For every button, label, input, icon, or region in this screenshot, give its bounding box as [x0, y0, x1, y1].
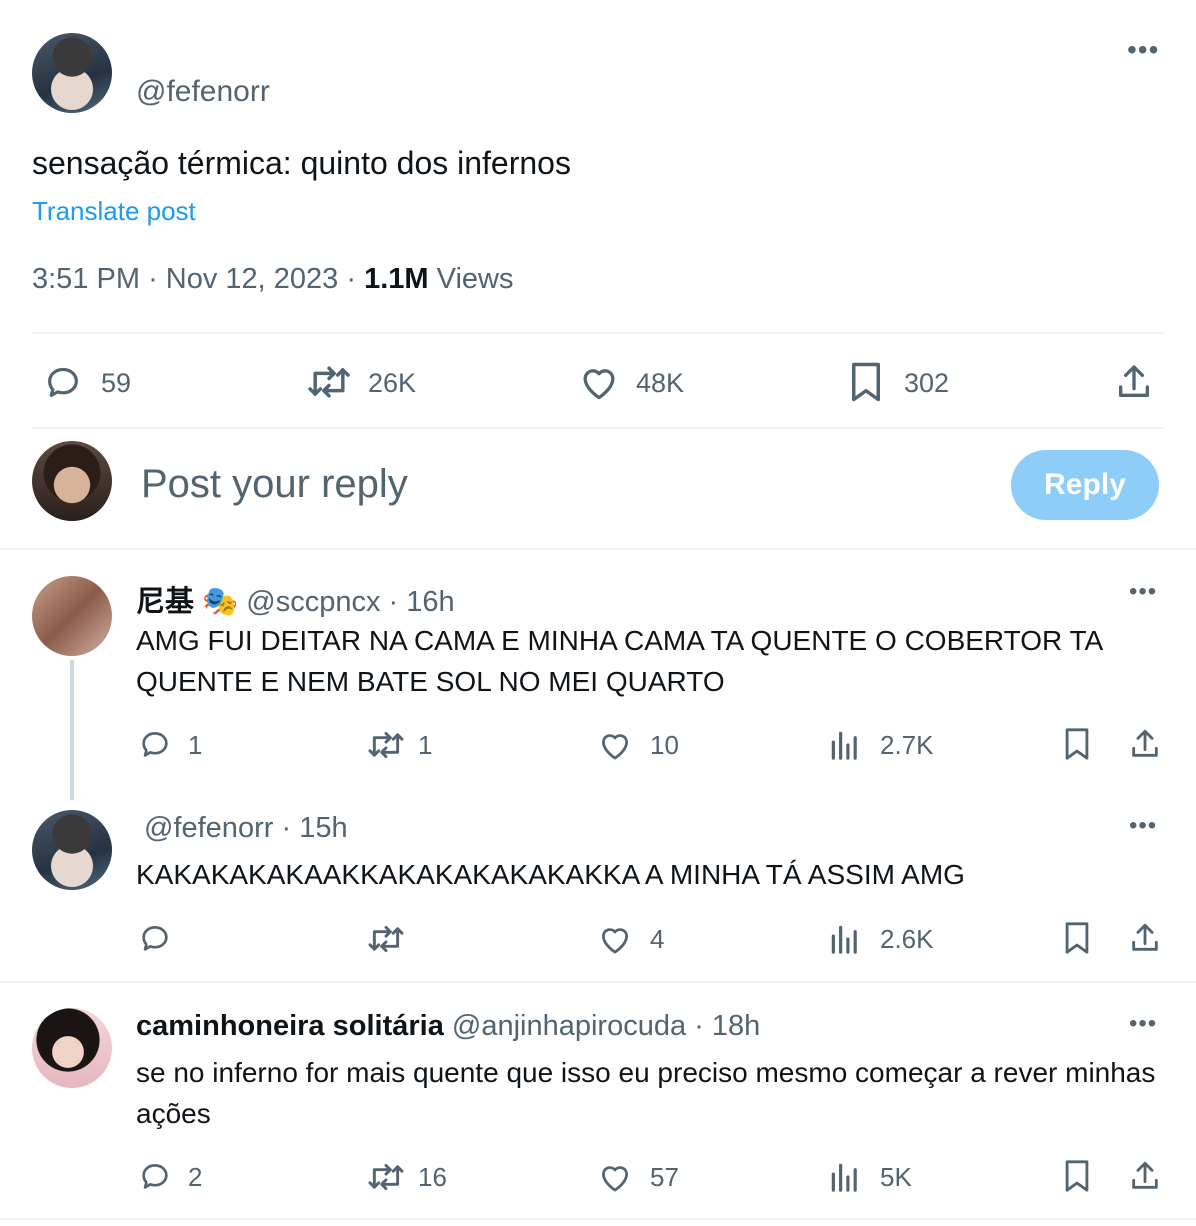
reply-count: 2 — [188, 1162, 203, 1192]
views-label: Views — [436, 263, 514, 295]
meta-separator: · — [148, 263, 166, 295]
reply-count: 1 — [188, 730, 203, 760]
user-avatar[interactable] — [32, 441, 112, 521]
like-icon[interactable] — [597, 923, 633, 955]
reply-icon[interactable] — [137, 921, 173, 955]
repost-icon[interactable] — [367, 923, 405, 955]
reply-time[interactable]: 16h — [406, 586, 454, 618]
reply-author-name[interactable]: caminhoneira solitária — [136, 1010, 444, 1042]
reply-input[interactable]: Post your reply — [141, 462, 408, 507]
reply-header: @fefenorr · 15h — [144, 812, 348, 845]
more-icon[interactable]: ••• — [1129, 1012, 1157, 1036]
more-icon[interactable]: ••• — [1129, 814, 1157, 838]
reply-time[interactable]: 18h — [712, 1010, 760, 1042]
post-date[interactable]: Nov 12, 2023 — [166, 263, 339, 295]
like-icon[interactable] — [597, 729, 633, 761]
views-count: 2.6K — [880, 924, 934, 954]
reply-author-handle[interactable]: @fefenorr — [144, 812, 273, 844]
repost-icon[interactable] — [306, 363, 352, 401]
repost-icon[interactable] — [367, 1161, 405, 1193]
views-icon[interactable] — [830, 729, 860, 761]
post-meta: 3:51 PM · Nov 12, 2023 · 1.1M Views — [32, 263, 513, 296]
bookmark-count: 302 — [904, 368, 950, 398]
thread-line — [70, 660, 74, 800]
reply-avatar[interactable] — [32, 1008, 112, 1088]
bookmark-icon[interactable] — [1063, 921, 1091, 955]
views-count: 5K — [880, 1162, 912, 1192]
repost-count: 26K — [368, 368, 417, 398]
repost-count: 16 — [418, 1162, 447, 1192]
like-icon[interactable] — [597, 1161, 633, 1193]
bookmark-icon[interactable] — [1063, 1159, 1091, 1193]
share-icon[interactable] — [1128, 921, 1162, 955]
meta-separator: · — [694, 1010, 704, 1042]
reply-icon[interactable] — [42, 362, 84, 402]
reply-avatar[interactable] — [32, 576, 112, 656]
post-text: sensação térmica: quinto dos infernos — [32, 145, 571, 181]
share-icon[interactable] — [1128, 1159, 1162, 1193]
author-avatar[interactable] — [32, 33, 112, 113]
divider — [0, 548, 1196, 550]
share-icon[interactable] — [1114, 362, 1154, 402]
reply-count: 59 — [101, 368, 132, 398]
like-count: 57 — [650, 1162, 679, 1192]
meta-separator: · — [346, 263, 365, 295]
reply-icon[interactable] — [137, 727, 173, 761]
views-count: 2.7K — [880, 730, 934, 760]
reply-time[interactable]: 15h — [299, 812, 347, 844]
like-count: 4 — [650, 924, 665, 954]
more-icon[interactable]: ••• — [1127, 36, 1159, 64]
bookmark-icon[interactable] — [849, 361, 883, 403]
reply-header: caminhoneira solitária @anjinhapirocuda … — [136, 1010, 760, 1043]
repost-icon[interactable] — [367, 729, 405, 761]
reply-text: AMG FUI DEITAR NA CAMA E MINHA CAMA TA Q… — [136, 625, 1102, 697]
meta-separator: · — [388, 586, 399, 618]
meta-separator: · — [281, 812, 292, 844]
like-icon[interactable] — [578, 363, 620, 401]
share-icon[interactable] — [1128, 727, 1162, 761]
reply-header: 尼基 🎭 @sccpncx · 16h — [136, 578, 455, 620]
views-icon[interactable] — [830, 1161, 860, 1193]
author-emoji: 🎭 — [202, 586, 239, 618]
divider — [32, 332, 1164, 334]
reply-text: KAKAKAKAKAAKKAKAKAKAKAKAKKA A MINHA TÁ A… — [136, 859, 965, 890]
repost-count: 1 — [418, 730, 433, 760]
divider — [0, 1218, 1196, 1220]
reply-author-name[interactable]: 尼基 — [136, 586, 194, 618]
reply-icon[interactable] — [137, 1159, 173, 1193]
divider — [32, 427, 1164, 429]
reply-text: se no inferno for mais quente que isso e… — [136, 1057, 1156, 1129]
reply-avatar[interactable] — [32, 810, 112, 890]
bookmark-icon[interactable] — [1063, 727, 1091, 761]
translate-link[interactable]: Translate post — [32, 196, 196, 227]
views-icon[interactable] — [830, 923, 860, 955]
divider — [0, 981, 1196, 983]
author-handle[interactable]: @fefenorr — [136, 75, 270, 109]
reply-author-handle[interactable]: @sccpncx — [246, 586, 380, 618]
like-count: 48K — [636, 368, 685, 398]
like-count: 10 — [650, 730, 679, 760]
reply-author-handle[interactable]: @anjinhapirocuda — [452, 1010, 686, 1042]
reply-button[interactable]: Reply — [1011, 450, 1159, 520]
more-icon[interactable]: ••• — [1129, 580, 1157, 604]
views-count: 1.1M — [364, 263, 429, 295]
post-time[interactable]: 3:51 PM — [32, 263, 140, 295]
